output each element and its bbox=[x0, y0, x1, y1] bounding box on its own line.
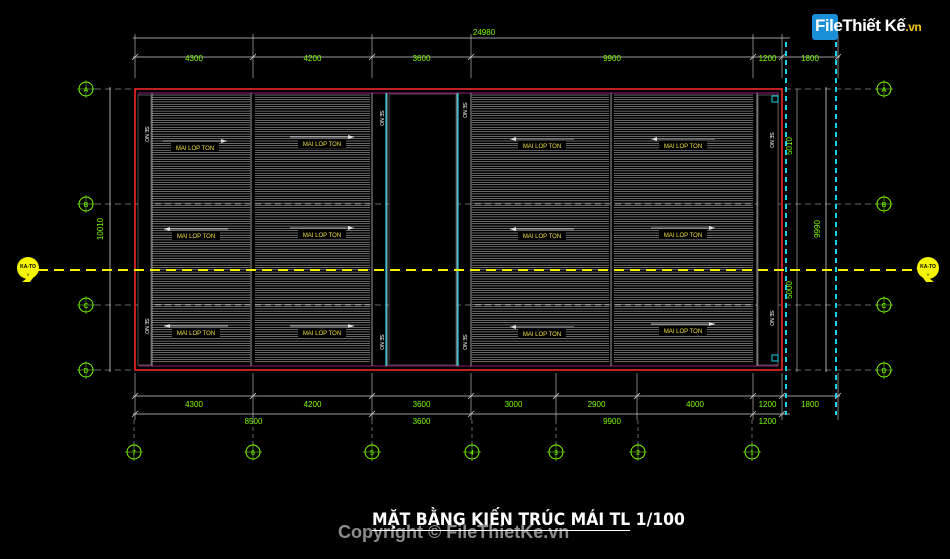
dim-bottom1-5: 4000 bbox=[686, 400, 704, 409]
site-logo: FileThiết Kế.vn bbox=[812, 12, 924, 42]
roof-label-1: MAI LOP TON bbox=[303, 142, 341, 148]
gutter-label-5: SE NO bbox=[461, 334, 467, 350]
grid-label-col-2: 5 bbox=[370, 450, 374, 457]
dim-bottom1-7: 1800 bbox=[801, 400, 819, 409]
slope-arrowhead bbox=[348, 135, 354, 139]
roof-label-10: MAI LOP TON bbox=[523, 332, 561, 338]
roof-label-3: MAI LOP TON bbox=[664, 144, 702, 150]
logo-part-2: Thiết Kế bbox=[842, 16, 906, 35]
grid-label-B: B bbox=[84, 202, 89, 209]
dim-bottom1-0: 4300 bbox=[185, 400, 203, 409]
gutter-label-2: SE NO bbox=[378, 110, 384, 126]
dim-left: 10010 bbox=[96, 217, 105, 240]
grid-label-col-6: 1 bbox=[750, 450, 754, 457]
logo-text: FileThiết Kế.vn bbox=[815, 16, 922, 36]
dim-top-0: 4300 bbox=[185, 54, 203, 63]
grid-label-B: B bbox=[882, 202, 887, 209]
dim-bottom2-0: 8500 bbox=[245, 417, 263, 426]
gutter-label-0: SE NO bbox=[143, 126, 149, 142]
dim-top-5: 1800 bbox=[801, 54, 819, 63]
roof-label-4: MAI LOP TON bbox=[177, 234, 215, 240]
gutter-label-3: SE NO bbox=[378, 334, 384, 350]
dim-bottom1-3: 3000 bbox=[505, 400, 523, 409]
dim-bottom1-2: 3600 bbox=[413, 400, 431, 409]
roof-label-2: MAI LOP TON bbox=[523, 144, 561, 150]
grid-label-C: C bbox=[881, 303, 886, 310]
grid-label-col-4: 3 bbox=[554, 450, 558, 457]
copyright-watermark: Copyright © FileThietKe.vn bbox=[338, 522, 570, 542]
roof-label-0: MAI LOP TON bbox=[176, 146, 214, 152]
gutter-label-4: SE NO bbox=[461, 102, 467, 118]
grid-label-A: A bbox=[84, 87, 89, 94]
roof-label-7: MAI LOP TON bbox=[664, 233, 702, 239]
roof-label-8: MAI LOP TON bbox=[177, 331, 215, 337]
slope-arrowhead bbox=[221, 139, 227, 143]
roof-plan-drawing: 24980 4300 4200 3600 9900 1200 1800 4300 4200 360… bbox=[17, 28, 939, 461]
dim-bottom2-2: 9900 bbox=[603, 417, 621, 426]
grid-label-D: D bbox=[881, 368, 886, 375]
grid-label-col-0: 7 bbox=[132, 450, 136, 457]
slope-arrowhead bbox=[651, 137, 657, 141]
right-gutter-strip bbox=[757, 94, 779, 366]
roof-label-9: MAI LOP TON bbox=[303, 331, 341, 337]
dim-top-2: 3600 bbox=[413, 54, 431, 63]
grid-label-A: A bbox=[882, 87, 887, 94]
dim-bottom2-3: 1200 bbox=[759, 417, 777, 426]
logo-part-1: File bbox=[815, 16, 843, 35]
section-marker-label: KA-TO bbox=[920, 264, 936, 270]
gutter-label-6: SE NO bbox=[768, 132, 774, 148]
section-marker-sub: V bbox=[27, 272, 30, 277]
section-marker-label: KA-TO bbox=[20, 264, 36, 270]
slope-arrowhead bbox=[510, 227, 516, 231]
dim-bottom1-1: 4200 bbox=[304, 400, 322, 409]
roof-panel-3 bbox=[472, 94, 609, 363]
dim-top-1: 4200 bbox=[304, 54, 322, 63]
dim-top-4: 1200 bbox=[759, 54, 777, 63]
grid-label-D: D bbox=[83, 368, 88, 375]
gutter-label-1: SE NO bbox=[143, 318, 149, 334]
central-opening bbox=[388, 93, 457, 366]
dim-bottom1-6: 1200 bbox=[759, 400, 777, 409]
roof-label-11: MAI LOP TON bbox=[664, 329, 702, 335]
logo-part-3: .vn bbox=[905, 20, 922, 34]
dim-top-3: 9900 bbox=[603, 54, 621, 63]
slope-arrowhead bbox=[348, 226, 354, 230]
section-marker-sub: V bbox=[927, 272, 930, 277]
dim-bottom1-4: 2900 bbox=[588, 400, 606, 409]
grid-label-C: C bbox=[83, 303, 88, 310]
roof-label-5: MAI LOP TON bbox=[303, 233, 341, 239]
dim-bottom2-1: 3600 bbox=[413, 417, 431, 426]
slope-arrowhead bbox=[164, 227, 170, 231]
grid-label-col-3: 4 bbox=[470, 450, 474, 457]
slope-arrowhead bbox=[510, 137, 516, 141]
slope-arrowhead bbox=[709, 226, 715, 230]
roof-label-6: MAI LOP TON bbox=[523, 234, 561, 240]
dim-right: 9990 bbox=[813, 220, 822, 238]
slope-arrowhead bbox=[510, 325, 516, 329]
grid-label-col-5: 2 bbox=[636, 450, 640, 457]
gutter-label-7: SE NO bbox=[768, 310, 774, 326]
grid-label-col-1: 6 bbox=[251, 450, 255, 457]
dim-overall: 24980 bbox=[473, 28, 496, 37]
